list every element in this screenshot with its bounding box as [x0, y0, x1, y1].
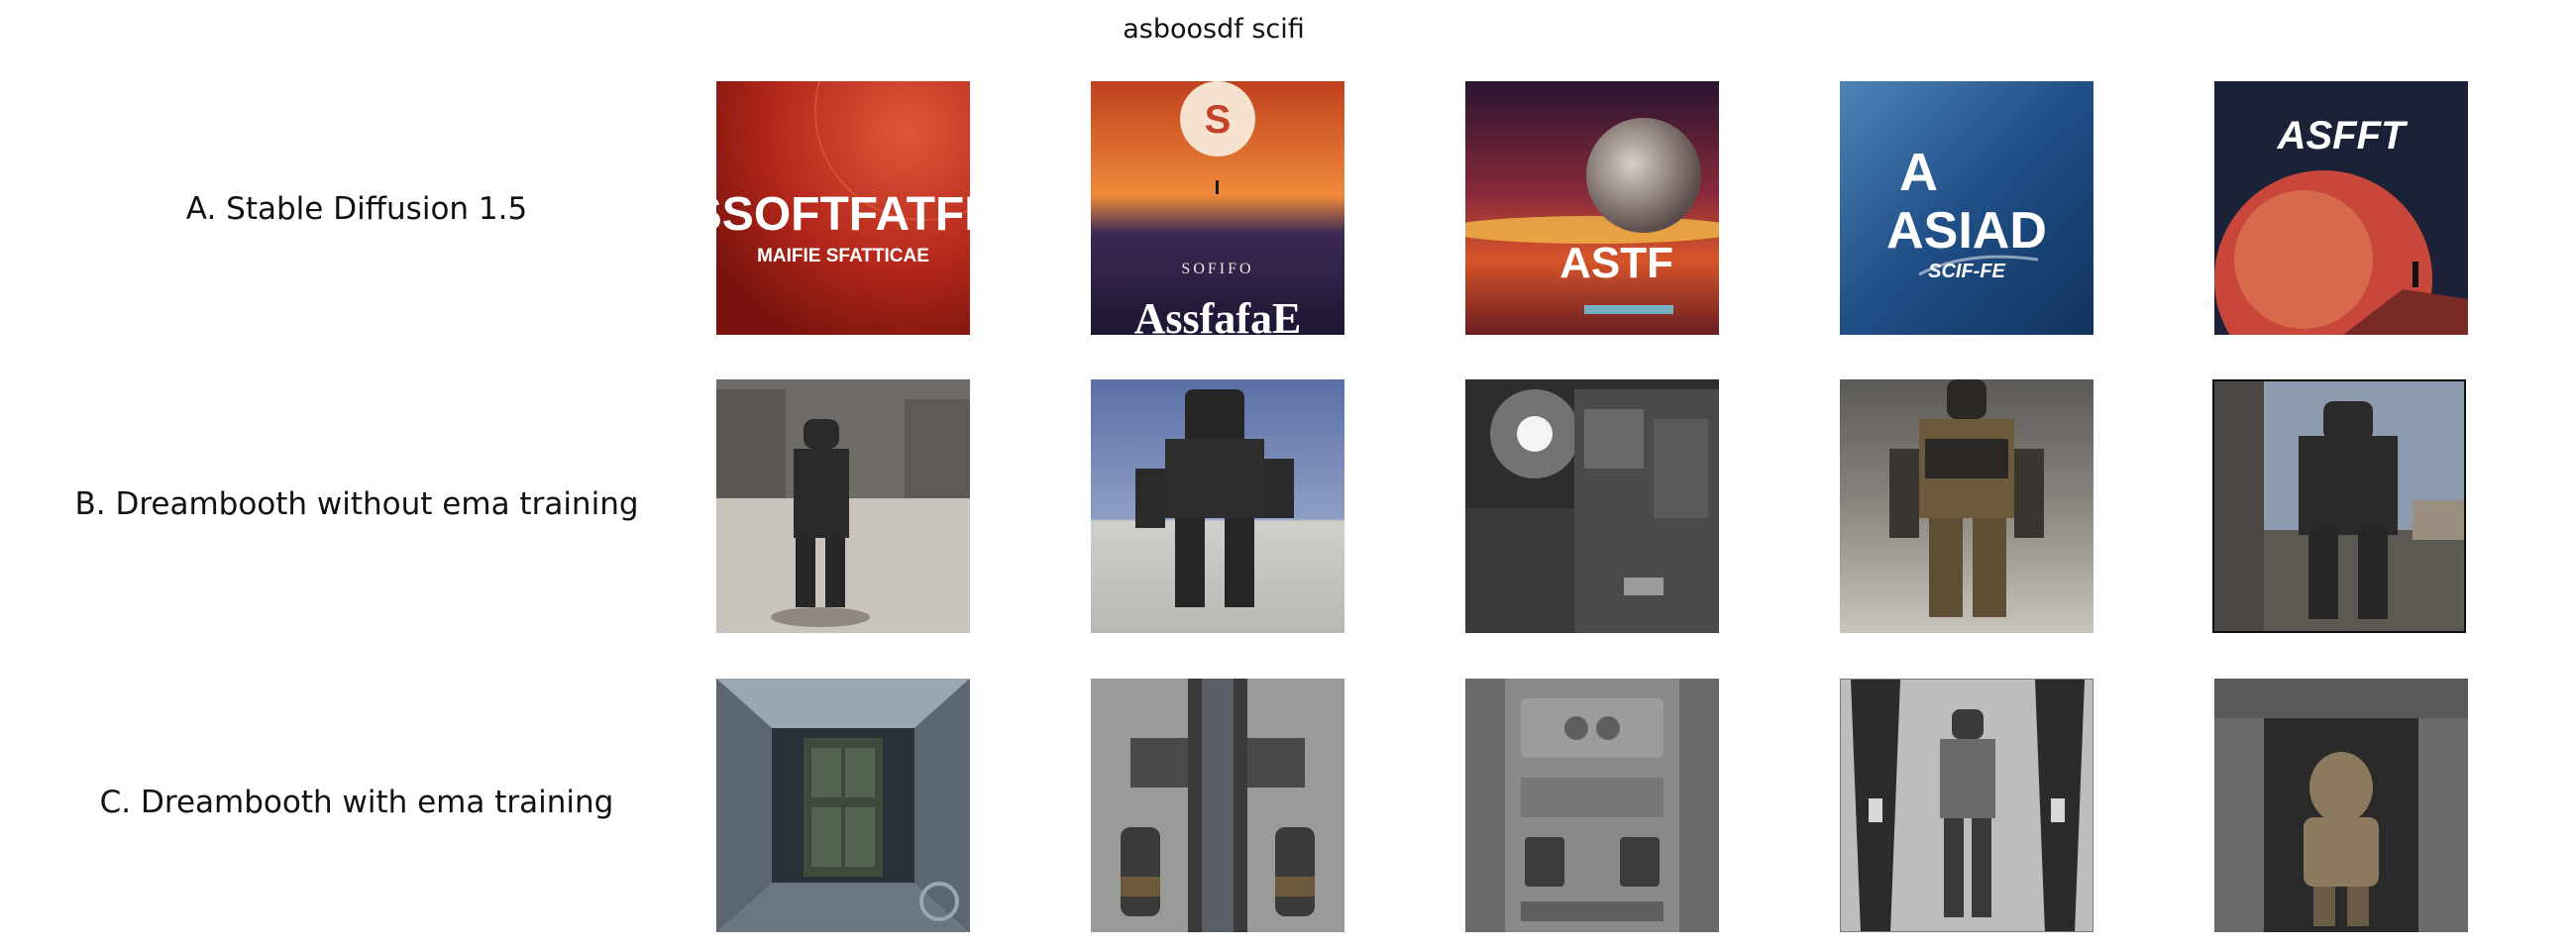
row-label-a: A. Stable Diffusion 1.5 [185, 191, 528, 227]
image-b-1 [716, 379, 970, 633]
figure-title: asboosdf scifi [1123, 14, 1305, 45]
row-label-b: B. Dreambooth without ema training [74, 486, 639, 522]
image-a-3: ASTF [1465, 81, 1719, 335]
image-a-5: ASFFT [2214, 81, 2468, 335]
image-c-5 [2214, 679, 2468, 932]
image-b-4 [1840, 379, 2093, 633]
poster-lettering: ASIAD [1886, 202, 2047, 260]
poster-lettering: MAIFIE SFATTICAE [757, 246, 929, 266]
poster-lettering: ASFFT [2277, 114, 2409, 158]
image-c-1 [716, 679, 970, 932]
image-c-3 [1465, 679, 1719, 932]
poster-lettering: A [1899, 143, 1938, 202]
poster-lettering: AssfafaE [1134, 294, 1302, 335]
row-label-c: C. Dreambooth with ema training [99, 785, 614, 820]
image-b-3 [1465, 379, 1719, 633]
image-c-4 [1840, 679, 2093, 932]
svg-text:S: S [1205, 98, 1232, 142]
image-a-4: A ASIAD SCIF-FE [1840, 81, 2093, 335]
image-b-2 [1091, 379, 1344, 633]
image-a-1: SSOFTFATFE MAIFIE SFATTICAE [716, 81, 970, 335]
poster-lettering: SOFIFO [1181, 261, 1253, 277]
image-b-5 [2212, 379, 2466, 633]
poster-lettering: ASTF [1559, 239, 1673, 287]
image-a-2: S SOFIFO AssfafaE [1091, 81, 1344, 335]
image-c-2 [1091, 679, 1344, 932]
poster-lettering: SCIF-FE [1928, 261, 2005, 282]
poster-lettering: SSOFTFATFE [716, 188, 970, 241]
